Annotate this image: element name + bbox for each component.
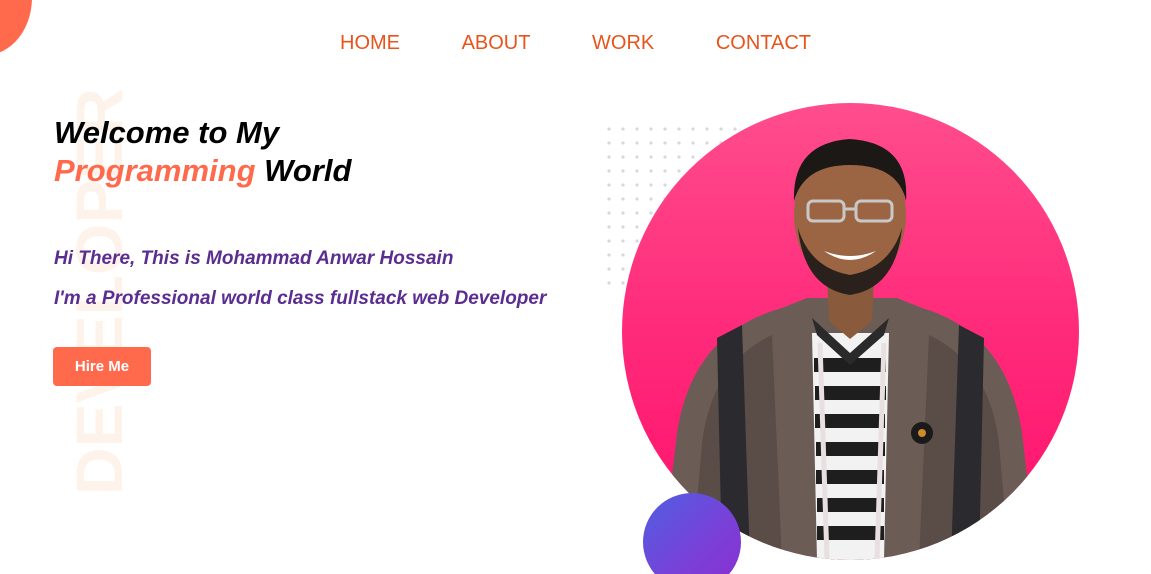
profile-photo-icon xyxy=(662,139,1037,560)
nav-home-link[interactable]: HOME xyxy=(340,32,400,55)
nav-contact-link[interactable]: CONTACT xyxy=(716,32,811,55)
intro-name-line: Hi There, This is Mohammad Anwar Hossain xyxy=(54,248,454,269)
nav-work-link[interactable]: WORK xyxy=(592,32,654,55)
hero-title-rest: World xyxy=(255,153,352,188)
intro-role-line: I'm a Professional world class fullstack… xyxy=(54,288,547,309)
hero-title-accent: Programming xyxy=(54,153,256,188)
page: DEVELOPER HOME ABOUT WORK CONTACT Welcom… xyxy=(0,0,1151,574)
nav-about-link[interactable]: ABOUT xyxy=(462,32,531,55)
main-nav: HOME ABOUT WORK CONTACT xyxy=(0,32,1151,55)
hero-title-line1: Welcome to My xyxy=(54,115,280,150)
hero-title: Welcome to My Programming World xyxy=(54,114,351,190)
hire-me-button[interactable]: Hire Me xyxy=(53,347,151,386)
profile-photo-circle xyxy=(622,103,1079,560)
